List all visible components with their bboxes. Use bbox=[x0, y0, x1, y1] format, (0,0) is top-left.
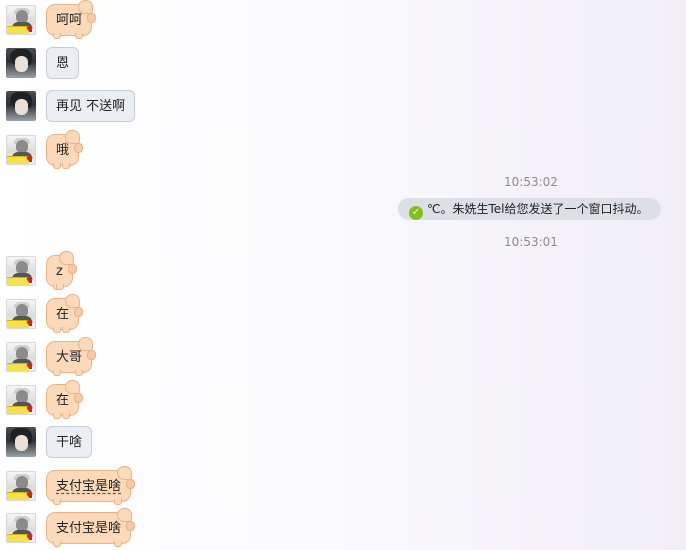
user-avatar-icon[interactable] bbox=[6, 427, 36, 457]
window-shake-notice: ✓ ℃。朱姺生Tel给您发送了一个窗口抖动。 bbox=[398, 198, 661, 220]
user-avatar-icon[interactable]: ♥ bbox=[6, 342, 36, 372]
message-text: 支付宝是啥 bbox=[56, 521, 122, 536]
message-text: 干啥 bbox=[56, 435, 83, 450]
user-avatar-icon[interactable]: ♥ bbox=[6, 299, 36, 329]
message-text: 恩 bbox=[56, 56, 70, 71]
message-bubble: 在 bbox=[46, 294, 84, 333]
message-bubble: 在 bbox=[46, 380, 84, 419]
check-circle-icon: ✓ bbox=[409, 206, 423, 220]
message-bubble: 大哥 bbox=[46, 337, 97, 376]
message-bubble: 再见 不送啊 bbox=[46, 90, 136, 122]
message-text: 呵呵 bbox=[56, 13, 83, 28]
message-bubble: 支付宝是啥 bbox=[46, 508, 136, 547]
user-avatar-icon[interactable] bbox=[6, 91, 36, 121]
user-avatar-icon[interactable]: ♥ bbox=[6, 471, 36, 501]
message-text: z bbox=[56, 264, 63, 279]
notice-text: ℃。朱姺生Tel给您发送了一个窗口抖动。 bbox=[427, 202, 649, 216]
message-bubble: 支付宝是啥 bbox=[46, 466, 136, 505]
user-avatar-icon[interactable]: ♥ bbox=[6, 513, 36, 543]
message-text: 支付宝是啥 bbox=[56, 479, 122, 494]
message-text: 在 bbox=[56, 307, 70, 322]
message-bubble: 哦 bbox=[46, 130, 84, 169]
message-bubble: 干啥 bbox=[46, 426, 93, 458]
user-avatar-icon[interactable]: ♥ bbox=[6, 256, 36, 286]
message-text: 再见 不送啊 bbox=[56, 99, 126, 114]
message-text: 大哥 bbox=[56, 350, 83, 365]
message-bubble: z bbox=[46, 251, 77, 290]
message-text: 哦 bbox=[56, 143, 70, 158]
user-avatar-icon[interactable]: ♥ bbox=[6, 135, 36, 165]
user-avatar-icon[interactable]: ♥ bbox=[6, 5, 36, 35]
chat-history[interactable]: ♥ 呵呵 恩 再见 不送啊 ♥ 哦 10:53:02 ✓ ℃。朱姺生Tel给您发… bbox=[0, 0, 686, 550]
message-text: 在 bbox=[56, 393, 70, 408]
message-bubble: 恩 bbox=[46, 47, 80, 79]
user-avatar-icon[interactable] bbox=[6, 48, 36, 78]
timestamp-text: 10:53:02 bbox=[504, 175, 558, 189]
timestamp-text: 10:53:01 bbox=[504, 235, 558, 249]
user-avatar-icon[interactable]: ♥ bbox=[6, 385, 36, 415]
message-bubble: 呵呵 bbox=[46, 0, 97, 39]
